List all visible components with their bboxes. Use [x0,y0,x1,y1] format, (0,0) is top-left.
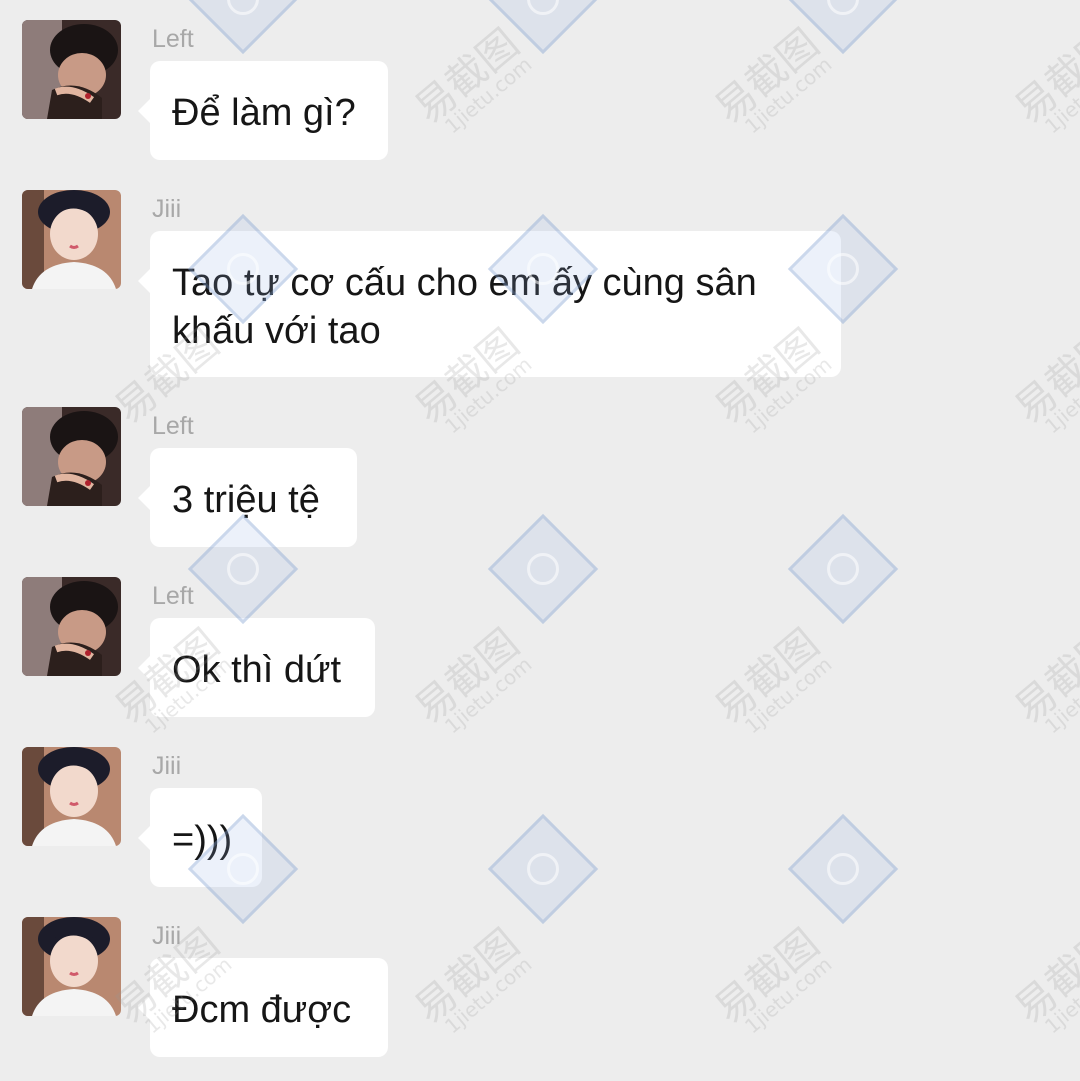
message-text: =))) [172,819,233,861]
avatar-left[interactable] [22,577,121,676]
message-text: Ok thì dứt [172,649,342,691]
avatar-left[interactable] [22,20,121,119]
message-text: Tao tự cơ cấu cho em ấy cùng sân khấu vớ… [172,262,757,352]
sender-name: Jiii [152,195,182,223]
message-bubble[interactable]: =))) [138,788,262,887]
sender-name: Jiii [152,922,182,950]
message-bubble[interactable]: 3 triệu tệ [138,448,357,547]
avatar-jiii[interactable] [22,747,121,846]
chat-thread: Left Để làm gì? Jiii Tao tự cơ cấu cho e… [0,0,1080,1081]
avatar-left[interactable] [22,407,121,506]
message-text: 3 triệu tệ [172,479,320,521]
message-bubble[interactable]: Ok thì dứt [138,618,375,717]
avatar-jiii[interactable] [22,917,121,1016]
message-text: Đcm được [172,989,352,1031]
message-bubble[interactable]: Đcm được [138,958,388,1057]
sender-name: Left [152,412,194,440]
avatar-jiii[interactable] [22,190,121,289]
message-text: Để làm gì? [172,92,356,134]
message-bubble[interactable]: Tao tự cơ cấu cho em ấy cùng sân khấu vớ… [138,231,841,377]
message-bubble[interactable]: Để làm gì? [138,61,388,160]
sender-name: Left [152,25,194,53]
sender-name: Jiii [152,752,182,780]
sender-name: Left [152,582,194,610]
